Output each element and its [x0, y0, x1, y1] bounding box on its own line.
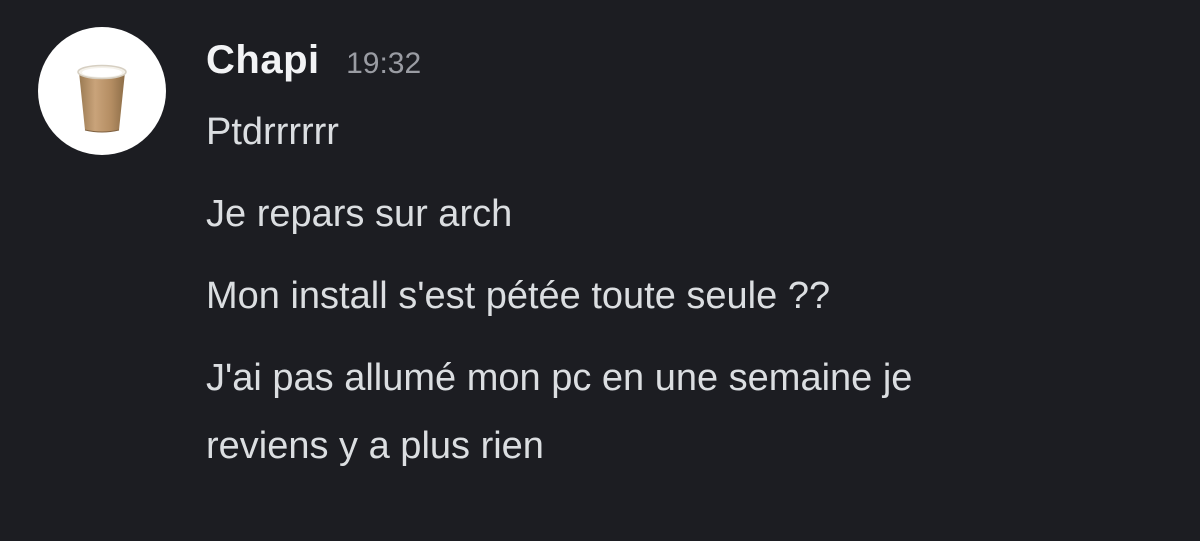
message-header: Chapi 19:32	[206, 38, 421, 98]
timestamp[interactable]: 19:32	[346, 47, 421, 81]
message-line: J'ai pas allumé mon pc en une semaine je	[206, 357, 913, 399]
avatar[interactable]	[38, 27, 166, 155]
username[interactable]: Chapi	[206, 38, 320, 83]
paper-cup-icon	[77, 64, 127, 133]
message-line: reviens y a plus rien	[206, 425, 544, 467]
message-line: Ptdrrrrrr	[206, 111, 339, 153]
message-line: Je repars sur arch	[206, 193, 513, 235]
message-line: Mon install s'est pétée toute seule ??	[206, 275, 831, 317]
chat-message: Chapi 19:32 Ptdrrrrrr Je repars sur arch…	[0, 0, 1200, 541]
